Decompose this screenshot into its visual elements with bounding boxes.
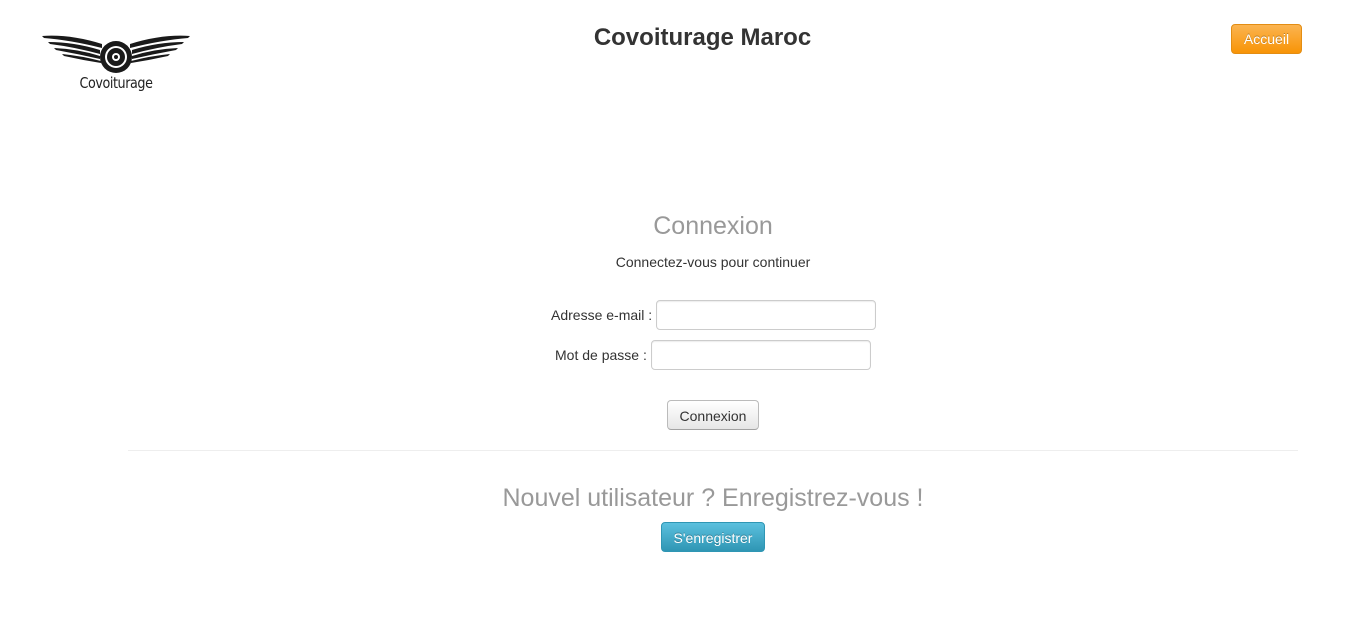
login-button[interactable]: Connexion (667, 400, 759, 430)
login-subtitle: Connectez-vous pour continuer (615, 254, 811, 270)
email-label: Adresse e-mail : (551, 307, 653, 323)
email-row: Adresse e-mail : (551, 300, 877, 330)
email-field[interactable] (656, 300, 877, 330)
password-field[interactable] (650, 340, 871, 370)
register-button[interactable]: S'enregistrer (661, 522, 765, 552)
site-title: Covoiturage Maroc (593, 24, 812, 51)
section-divider (128, 450, 1298, 451)
password-row: Mot de passe : (555, 340, 871, 370)
home-button[interactable]: Accueil (1231, 24, 1302, 54)
login-title: Connexion (653, 212, 773, 240)
password-label: Mot de passe : (555, 347, 647, 363)
register-title: Nouvel utilisateur ? Enregistrez-vous ! (502, 484, 924, 512)
page: Covoiturage Covoiturage Maroc Accueil Co… (0, 0, 1366, 630)
logo-text: Covoiturage (79, 74, 153, 92)
